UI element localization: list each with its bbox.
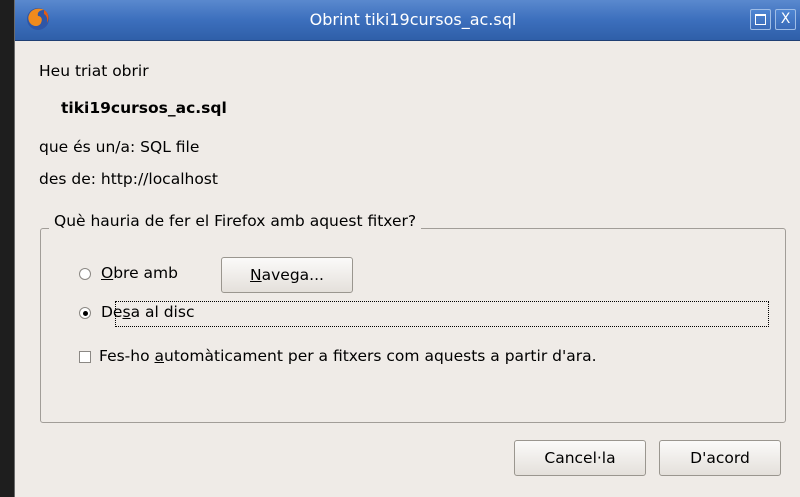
open-file-dialog: Obrint tiki19cursos_ac.sql X Heu triat o… [14,0,800,497]
window-title: Obrint tiki19cursos_ac.sql [309,10,517,29]
auto-label-post: utomàticament per a fitxers com aquests … [164,347,597,365]
close-button[interactable]: X [775,9,796,30]
save-to-disk-label[interactable]: Desa al disc [101,303,194,321]
browse-label-rest: avega... [261,266,324,284]
auto-label-pre: Fes-ho [99,347,155,365]
ok-button[interactable]: D'acord [659,440,781,476]
intro-text: Heu triat obrir [39,62,149,80]
title-bar[interactable]: Obrint tiki19cursos_ac.sql X [15,0,800,41]
browse-mnemonic: N [250,266,262,284]
auto-mnemonic: a [154,347,165,365]
filename-text: tiki19cursos_ac.sql [61,99,227,117]
auto-action-checkbox[interactable] [79,351,91,363]
save-label-post: a al disc [130,303,195,321]
auto-action-label[interactable]: Fes-ho automàticament per a fitxers com … [99,347,597,365]
maximize-button[interactable] [750,9,771,30]
browse-button[interactable]: Navega... [221,257,353,293]
open-with-label[interactable]: Obre amb [101,264,178,282]
open-with-mnemonic: O [101,264,114,282]
save-label-pre: De [101,303,123,321]
save-mnemonic: s [122,303,131,321]
file-type-text: que és un/a: SQL file [39,138,200,156]
file-source-text: des de: http://localhost [39,170,218,188]
action-group-legend: Què hauria de fer el Firefox amb aquest … [49,212,422,230]
save-to-disk-focus [115,301,769,327]
maximize-icon [755,14,766,25]
desktop-edge [0,0,15,497]
open-with-label-rest: bre amb [113,264,178,282]
close-icon: X [780,11,791,27]
open-with-radio[interactable] [79,268,91,280]
save-to-disk-radio[interactable] [79,307,91,319]
cancel-button[interactable]: Cancel·la [514,440,646,476]
